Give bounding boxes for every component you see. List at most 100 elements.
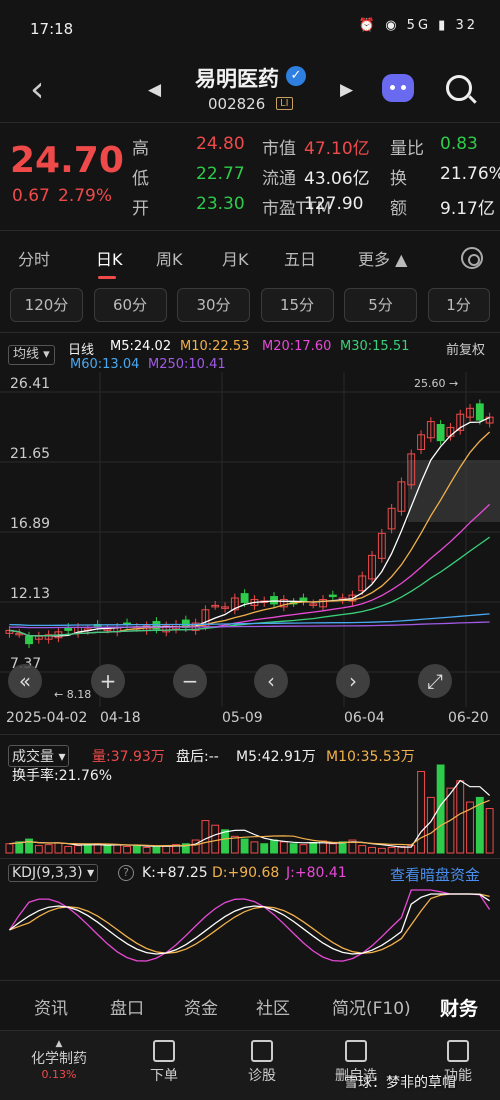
y-axis-label: 26.41 xyxy=(10,376,50,392)
watermark-text: 雪球：梦非的草帽 xyxy=(344,1075,456,1091)
network-label: 5G xyxy=(406,18,432,33)
minute-button[interactable]: 1分 xyxy=(427,288,490,322)
quote-value: 22.77 xyxy=(196,164,245,184)
sub-tab[interactable]: 简况(F10) xyxy=(332,994,411,1019)
volume-bar xyxy=(123,846,131,854)
nav-item[interactable]: 下单 xyxy=(136,1040,192,1085)
minute-button[interactable]: 30分 xyxy=(177,288,250,322)
kdj-j: J:+80.41 xyxy=(286,865,347,881)
volume-bar xyxy=(83,844,92,854)
minute-button[interactable]: 60分 xyxy=(93,288,167,322)
minute-button[interactable]: 5分 xyxy=(344,288,417,322)
low-mark-value: 8.18 xyxy=(66,688,92,701)
volume-bar xyxy=(309,842,318,854)
prev-stock-button[interactable]: ◀ xyxy=(148,80,161,100)
scroll-right-button[interactable]: › xyxy=(336,664,370,698)
kdj-d: D:+90.68 xyxy=(212,865,280,881)
verified-icon: ✓ xyxy=(286,66,306,86)
volume-bar xyxy=(103,845,112,854)
sub-tab[interactable]: 资讯 xyxy=(34,994,68,1019)
kdj-chart xyxy=(8,889,491,962)
minute-button[interactable]: 15分 xyxy=(260,288,334,322)
dark-pool-link[interactable]: 查看暗盘资金 xyxy=(390,864,480,885)
period-tab[interactable]: 更多 ▲ xyxy=(358,246,407,270)
nav-item[interactable]: 诊股 xyxy=(234,1040,290,1085)
ma-line xyxy=(9,613,490,627)
ma-value: M5:24.02 xyxy=(110,339,172,354)
zoom-in-button[interactable]: + xyxy=(91,664,125,698)
restore-mode-label[interactable]: 前复权 xyxy=(446,339,485,358)
volume-bar xyxy=(211,824,220,854)
low-mark-label: ← 8.18 xyxy=(54,688,92,701)
volume-bar xyxy=(152,846,161,854)
nav-label: 下单 xyxy=(150,1068,178,1084)
date-label: 06-20 xyxy=(448,710,489,726)
volume-bar xyxy=(328,843,337,854)
assistant-robot-icon[interactable] xyxy=(382,74,414,102)
quote-label: 低 xyxy=(132,169,149,189)
stock-name: 易明医药 xyxy=(195,67,279,91)
kdj-line xyxy=(8,889,491,962)
up-caret-icon: ▲ xyxy=(55,1039,63,1049)
candle-body xyxy=(270,596,278,605)
period-tab[interactable]: 周K xyxy=(156,246,183,270)
sub-tab[interactable]: 盘口 xyxy=(110,994,144,1019)
ma-toggle-button[interactable]: 均线 ▾ xyxy=(8,345,55,365)
nav-item[interactable]: ▲ 化学制药 0.13% xyxy=(22,1039,96,1082)
volume-bar xyxy=(485,808,494,854)
nav-icon xyxy=(153,1040,175,1062)
volume-bar xyxy=(299,844,308,854)
period-tabs: 分时 日K 周K 月K 五日 更多 ▲ xyxy=(0,238,500,278)
period-tab[interactable]: 五日 xyxy=(284,246,316,270)
quote-label: 流通 xyxy=(262,169,296,189)
volume-bar xyxy=(44,844,53,854)
volume-bar xyxy=(64,846,73,854)
quote-label: 额 xyxy=(390,199,407,219)
ma-line xyxy=(9,503,491,637)
kline-chart[interactable]: 26.4121.6516.8912.137.37 xyxy=(0,372,500,707)
period-tab[interactable]: 分时 xyxy=(18,246,50,270)
quote-label: 量比 xyxy=(390,139,424,159)
scroll-left-fast-button[interactable]: « xyxy=(8,664,42,698)
sub-tab[interactable]: 资金 xyxy=(184,994,218,1019)
quote-label: 换 xyxy=(390,169,407,189)
price-change: 0.67 xyxy=(12,186,50,206)
ma-toggle-label: 均线 xyxy=(13,347,40,362)
volume-bar xyxy=(456,780,465,854)
volume-bar xyxy=(417,770,425,854)
zoom-out-button[interactable]: − xyxy=(173,664,207,698)
volume-bar xyxy=(201,820,210,854)
scroll-left-button[interactable]: ‹ xyxy=(254,664,288,698)
chart-settings-icon[interactable] xyxy=(461,247,483,269)
quote-value: 47.10亿 xyxy=(304,139,370,159)
period-tab[interactable]: 月K xyxy=(222,246,249,270)
sub-tab[interactable]: 社区 xyxy=(256,994,290,1019)
y-axis-label: 16.89 xyxy=(10,516,50,532)
volume-bar xyxy=(230,835,239,854)
date-label: 05-09 xyxy=(222,710,263,726)
battery-level: 32 xyxy=(455,18,478,33)
kdj-title: KDJ(9,3,3) xyxy=(12,865,83,881)
fullscreen-button[interactable]: ⤢ xyxy=(418,664,452,698)
quote-label: 市值 xyxy=(262,139,296,159)
minute-button[interactable]: 120分 xyxy=(10,288,83,322)
y-axis-label: 12.13 xyxy=(10,586,50,602)
volume-bar xyxy=(191,839,200,854)
ma-line xyxy=(9,416,490,637)
ma-value: M20:17.60 xyxy=(262,339,332,354)
volume-bar xyxy=(142,846,151,854)
kdj-indicator-select[interactable]: KDJ(9,3,3) ▾ xyxy=(8,864,99,882)
volume-bar xyxy=(240,838,249,854)
quote-label: 开 xyxy=(132,199,149,219)
stock-code: 002826 xyxy=(208,95,266,113)
back-button[interactable]: ‹ xyxy=(30,72,44,108)
search-icon[interactable] xyxy=(446,75,472,101)
kdj-k: K:+87.25 xyxy=(142,865,208,881)
high-mark-label: 25.60 → xyxy=(414,377,459,390)
next-stock-button[interactable]: ▶ xyxy=(340,80,353,100)
period-tab[interactable]: 日K xyxy=(96,246,123,270)
volume-bar xyxy=(270,839,278,854)
volume-bar xyxy=(338,841,347,854)
sub-tab[interactable]: 财务 xyxy=(440,994,478,1021)
help-icon[interactable]: ? xyxy=(118,865,134,881)
